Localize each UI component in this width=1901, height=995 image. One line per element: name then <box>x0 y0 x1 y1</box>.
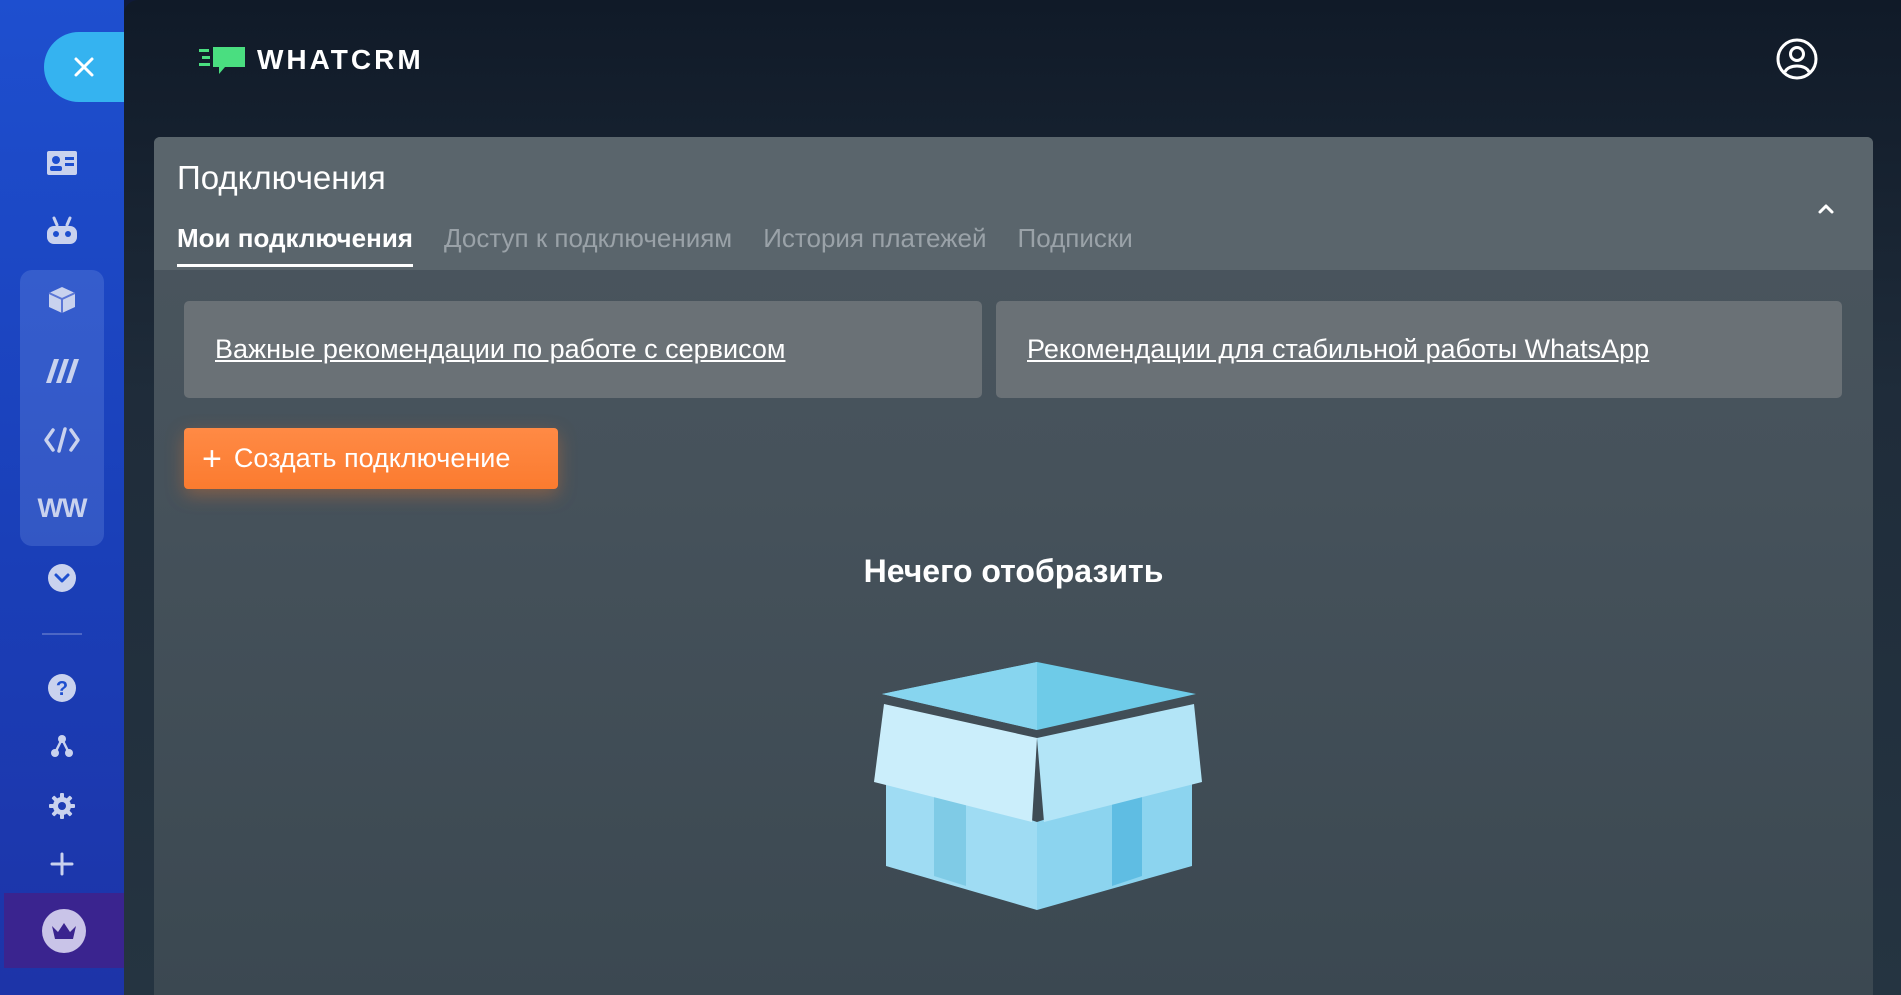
premium-button[interactable] <box>4 893 124 968</box>
close-sidebar-button[interactable] <box>44 32 124 102</box>
user-circle-icon <box>1776 38 1818 80</box>
chat-logo-icon <box>199 47 245 74</box>
sidebar-item-contacts[interactable] <box>34 137 90 189</box>
recommendation-card: Важные рекомендации по работе с сервисом <box>184 301 982 398</box>
crown-icon <box>42 908 86 953</box>
collapse-button[interactable] <box>1814 199 1838 219</box>
contact-card-icon <box>47 151 77 175</box>
whatsapp-recommendations-link[interactable]: Рекомендации для стабильной работы Whats… <box>1027 334 1649 365</box>
open-box-icon <box>874 662 1202 910</box>
chevron-down-circle-icon <box>48 564 76 592</box>
recommendation-card: Рекомендации для стабильной работы Whats… <box>996 301 1842 398</box>
page-title: Подключения <box>177 159 386 196</box>
tabs: Мои подключения Доступ к подключениям Ис… <box>177 223 1133 267</box>
sidebar-item-add[interactable] <box>34 838 90 890</box>
tab-my-connections[interactable]: Мои подключения <box>177 223 413 267</box>
empty-box-illustration <box>874 662 1204 915</box>
gear-icon <box>49 793 75 819</box>
cube-icon <box>48 287 76 313</box>
top-header: WHATCRM <box>124 0 1901 120</box>
create-connection-button[interactable]: + Создать подключение <box>184 428 558 489</box>
sidebar-item-settings[interactable] <box>34 780 90 832</box>
sidebar-expand-button[interactable] <box>34 552 90 604</box>
important-recommendations-link[interactable]: Важные рекомендации по работе с сервисом <box>215 334 785 365</box>
robot-icon <box>47 216 77 244</box>
empty-state-title: Нечего отобразить <box>863 553 1164 589</box>
ww-logo-icon: WW <box>37 492 88 523</box>
code-icon <box>44 427 80 453</box>
sidebar-item-bots[interactable] <box>34 205 90 257</box>
m-logo-icon <box>46 359 79 383</box>
tab-payment-history[interactable]: История платежей <box>763 223 986 267</box>
sidebar-item-code[interactable] <box>34 414 90 466</box>
sidebar-item-ww[interactable]: WW <box>34 482 90 534</box>
help-icon: ? <box>48 674 76 702</box>
close-icon <box>74 57 94 77</box>
plus-icon <box>50 852 74 876</box>
profile-button[interactable] <box>1776 38 1818 80</box>
sidebar-divider <box>42 633 82 635</box>
tab-subscriptions[interactable]: Подписки <box>1018 223 1133 267</box>
sidebar: WW ? <box>0 0 124 995</box>
sidebar-item-cube[interactable] <box>34 274 90 326</box>
logo[interactable]: WHATCRM <box>199 44 424 76</box>
sidebar-item-help[interactable]: ? <box>34 662 90 714</box>
sidebar-item-m[interactable] <box>34 345 90 397</box>
plus-icon: + <box>202 439 222 478</box>
tab-connection-access[interactable]: Доступ к подключениям <box>444 223 732 267</box>
create-connection-label: Создать подключение <box>233 443 511 473</box>
logo-text: WHATCRM <box>257 44 424 75</box>
panel-header: Подключения Мои подключения Доступ к под… <box>154 137 1873 270</box>
connections-panel: Подключения Мои подключения Доступ к под… <box>154 137 1873 995</box>
svg-text:?: ? <box>56 678 68 700</box>
nodes-icon <box>51 735 73 757</box>
chevron-up-icon <box>1818 204 1834 214</box>
sidebar-item-network[interactable] <box>34 720 90 772</box>
main-area: WHATCRM Подключения Мои подключения Дост… <box>124 0 1901 995</box>
